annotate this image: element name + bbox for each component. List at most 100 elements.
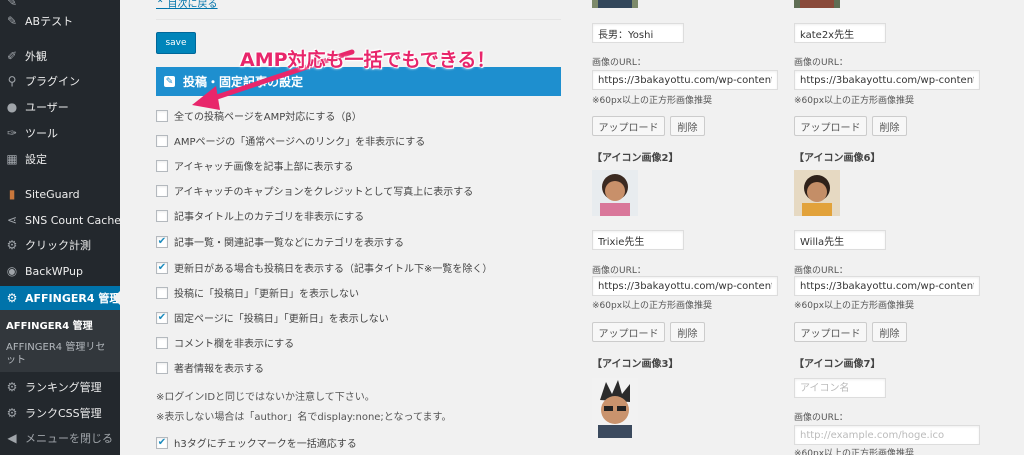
option-label: AMPページの「通常ページへのリンク」を非表示にする — [174, 137, 426, 148]
checkbox[interactable] — [156, 134, 168, 147]
option-label: 固定ページに「投稿日」「更新日」を表示しない — [174, 314, 389, 325]
icon-heading-3: 【アイコン画像3】 — [592, 359, 679, 370]
avatar-image-5 — [794, 0, 840, 8]
delete-button-1[interactable]: 削除 — [670, 116, 705, 136]
image-url-input-1[interactable] — [592, 70, 778, 90]
option-row[interactable]: アイキャッチ画像を記事上部に表示する — [156, 158, 354, 173]
upload-button-6[interactable]: アップロード — [794, 322, 867, 342]
option-label: 全ての投稿ページをAMP対応にする（β） — [174, 112, 362, 123]
pin-icon: ✎ — [6, 14, 18, 28]
checkbox[interactable] — [156, 361, 168, 374]
option-label: アイキャッチ画像を記事上部に表示する — [174, 162, 354, 173]
profile-column-left: 画像のURL： ※60px以上の正方形画像推奨 アップロード 削除 【アイコン画… — [592, 0, 792, 455]
checkbox[interactable] — [156, 209, 168, 222]
option-label: 著者情報を表示する — [174, 364, 264, 375]
icon-name-input-2[interactable] — [592, 230, 684, 250]
sidebar-item-click-tracking[interactable]: ⚙ クリック計測 — [0, 233, 120, 257]
option-row[interactable]: ✔ 記事一覧・関連記事一覧などにカテゴリを表示する — [156, 234, 404, 249]
sidebar-collapse-menu[interactable]: ◀ メニューを閉じる — [0, 426, 120, 450]
checkbox[interactable] — [156, 336, 168, 349]
delete-button-6[interactable]: 削除 — [872, 322, 907, 342]
option-row[interactable]: 記事タイトル上のカテゴリを非表示にする — [156, 208, 364, 223]
checkbox[interactable]: ✔ — [156, 311, 168, 324]
avatar-image-1 — [592, 0, 638, 8]
option-h3-checkmark[interactable]: ✔ h3タグにチェックマークを一括適応する — [156, 435, 357, 450]
checkbox[interactable] — [156, 109, 168, 122]
edit-icon: ✎ — [164, 76, 175, 87]
checkbox[interactable]: ✔ — [156, 235, 168, 248]
url-label-1: 画像のURL： — [592, 58, 646, 68]
image-url-input-2[interactable] — [592, 276, 778, 296]
gear-icon: ⚙ — [6, 406, 18, 420]
user-icon: ● — [6, 100, 18, 114]
icon-name-input-1[interactable] — [592, 23, 684, 43]
icon-name-input-7[interactable] — [794, 378, 886, 398]
admin-sidebar: ✎ ✎ ABテスト ✐ 外観 ⚲ プラグイン ● ユーザー ✑ ツール ▦ 設定 ▮ Site… — [0, 0, 120, 455]
gear-icon: ⚙ — [6, 380, 18, 394]
upload-button-1[interactable]: アップロード — [592, 116, 665, 136]
option-row[interactable]: 著者情報を表示する — [156, 360, 264, 375]
sidebar-item-rank-css[interactable]: ⚙ ランクCSS管理 — [0, 401, 120, 425]
sidebar-item-appearance[interactable]: ✐ 外観 — [0, 44, 120, 68]
option-row[interactable]: アイキャッチのキャプションをクレジットとして写真上に表示する — [156, 183, 473, 198]
sidebar-item-siteguard[interactable]: ▮ SiteGuard — [0, 182, 120, 206]
option-row[interactable]: 全ての投稿ページをAMP対応にする（β） — [156, 108, 362, 123]
upload-button-2[interactable]: アップロード — [592, 322, 665, 342]
shield-icon: ▮ — [8, 187, 16, 201]
delete-button-2[interactable]: 削除 — [670, 322, 705, 342]
url-label-6: 画像のURL： — [794, 266, 848, 276]
image-size-note-5: ※60px以上の正方形画像推奨 — [794, 96, 915, 106]
backup-icon: ◉ — [6, 264, 18, 278]
icon-name-input-5[interactable] — [794, 23, 886, 43]
icon-heading-7: 【アイコン画像7】 — [794, 359, 881, 370]
profile-column-right: 画像のURL： ※60px以上の正方形画像推奨 アップロード 削除 【アイコン画… — [794, 0, 994, 455]
icon-heading-2: 【アイコン画像2】 — [592, 153, 679, 164]
sidebar-item-backwpup[interactable]: ◉ BackWPup — [0, 259, 120, 283]
sidebar-item-abtest[interactable]: ✎ ABテスト — [0, 9, 120, 33]
wrench-icon: ✑ — [6, 126, 18, 140]
submenu-affinger4-reset[interactable]: AFFINGER4 管理リセット — [6, 341, 114, 367]
option-label: 記事一覧・関連記事一覧などにカテゴリを表示する — [174, 238, 404, 249]
upload-button-5[interactable]: アップロード — [794, 116, 867, 136]
checkbox[interactable] — [156, 184, 168, 197]
checkbox[interactable] — [156, 286, 168, 299]
option-row[interactable]: AMPページの「通常ページへのリンク」を非表示にする — [156, 133, 425, 148]
brush-icon: ✐ — [6, 49, 18, 63]
checkbox[interactable]: ✔ — [156, 436, 168, 449]
avatar-image-6 — [794, 170, 840, 216]
image-url-input-6[interactable] — [794, 276, 980, 296]
option-row[interactable]: ✔ 更新日がある場合も投稿日を表示する（記事タイトル下※一覧を除く） — [156, 260, 492, 275]
pin-icon: ✎ — [6, 0, 18, 9]
toc-link[interactable]: ⌃ 目次に戻る — [156, 0, 218, 10]
avatar-image-3 — [592, 378, 638, 438]
image-size-note-7: ※60px以上の正方形画像推奨 — [794, 449, 915, 455]
sidebar-item-users[interactable]: ● ユーザー — [0, 95, 120, 119]
checkbox[interactable] — [156, 159, 168, 172]
sidebar-item-affinger4[interactable]: ⚙ AFFINGER4 管理 — [0, 286, 120, 310]
option-row[interactable]: ✔ 固定ページに「投稿日」「更新日」を表示しない — [156, 310, 389, 325]
sidebar-item-plugins[interactable]: ⚲ プラグイン — [0, 69, 120, 93]
settings-icon: ▦ — [6, 152, 18, 166]
collapse-icon: ◀ — [7, 431, 17, 445]
save-button[interactable]: save — [156, 32, 196, 54]
option-label: 更新日がある場合も投稿日を表示する（記事タイトル下※一覧を除く） — [174, 264, 493, 275]
option-label: アイキャッチのキャプションをクレジットとして写真上に表示する — [174, 187, 474, 198]
submenu-affinger4-admin[interactable]: AFFINGER4 管理 — [6, 320, 93, 333]
option-label: コメント欄を非表示にする — [174, 339, 295, 350]
icon-name-input-6[interactable] — [794, 230, 886, 250]
image-url-input-7[interactable] — [794, 425, 980, 445]
icon-heading-6: 【アイコン画像6】 — [794, 153, 881, 164]
sidebar-item-settings[interactable]: ▦ 設定 — [0, 147, 120, 171]
image-size-note-6: ※60px以上の正方形画像推奨 — [794, 301, 915, 311]
image-url-input-5[interactable] — [794, 70, 980, 90]
checkbox[interactable]: ✔ — [156, 261, 168, 274]
sidebar-item-sns-count-cache[interactable]: ⋖ SNS Count Cache — [0, 208, 120, 232]
url-label-2: 画像のURL： — [592, 266, 646, 276]
option-row[interactable]: コメント欄を非表示にする — [156, 335, 294, 350]
affinger4-submenu: AFFINGER4 管理 AFFINGER4 管理リセット — [0, 310, 120, 372]
delete-button-5[interactable]: 削除 — [872, 116, 907, 136]
sidebar-item-tools[interactable]: ✑ ツール — [0, 121, 120, 145]
option-row[interactable]: 投稿に「投稿日」「更新日」を表示しない — [156, 285, 359, 300]
sidebar-item-ranking[interactable]: ⚙ ランキング管理 — [0, 375, 120, 399]
note-login-id: ※ログインIDと同じではないか注意して下さい。 — [156, 392, 375, 403]
